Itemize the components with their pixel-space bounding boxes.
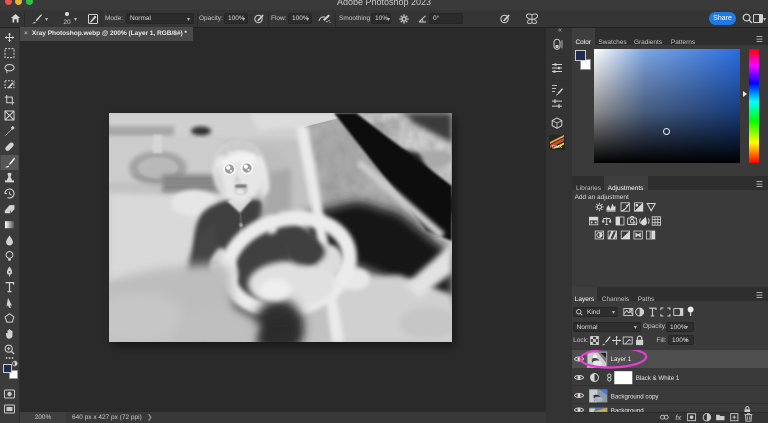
svg-text:Black & White 1: Black & White 1 — [636, 375, 680, 382]
svg-text:fx: fx — [675, 413, 681, 422]
svg-text:GMX: GMX — [552, 144, 562, 149]
svg-text:Background copy: Background copy — [611, 393, 660, 400]
svg-text:Layer 1: Layer 1 — [611, 356, 632, 363]
